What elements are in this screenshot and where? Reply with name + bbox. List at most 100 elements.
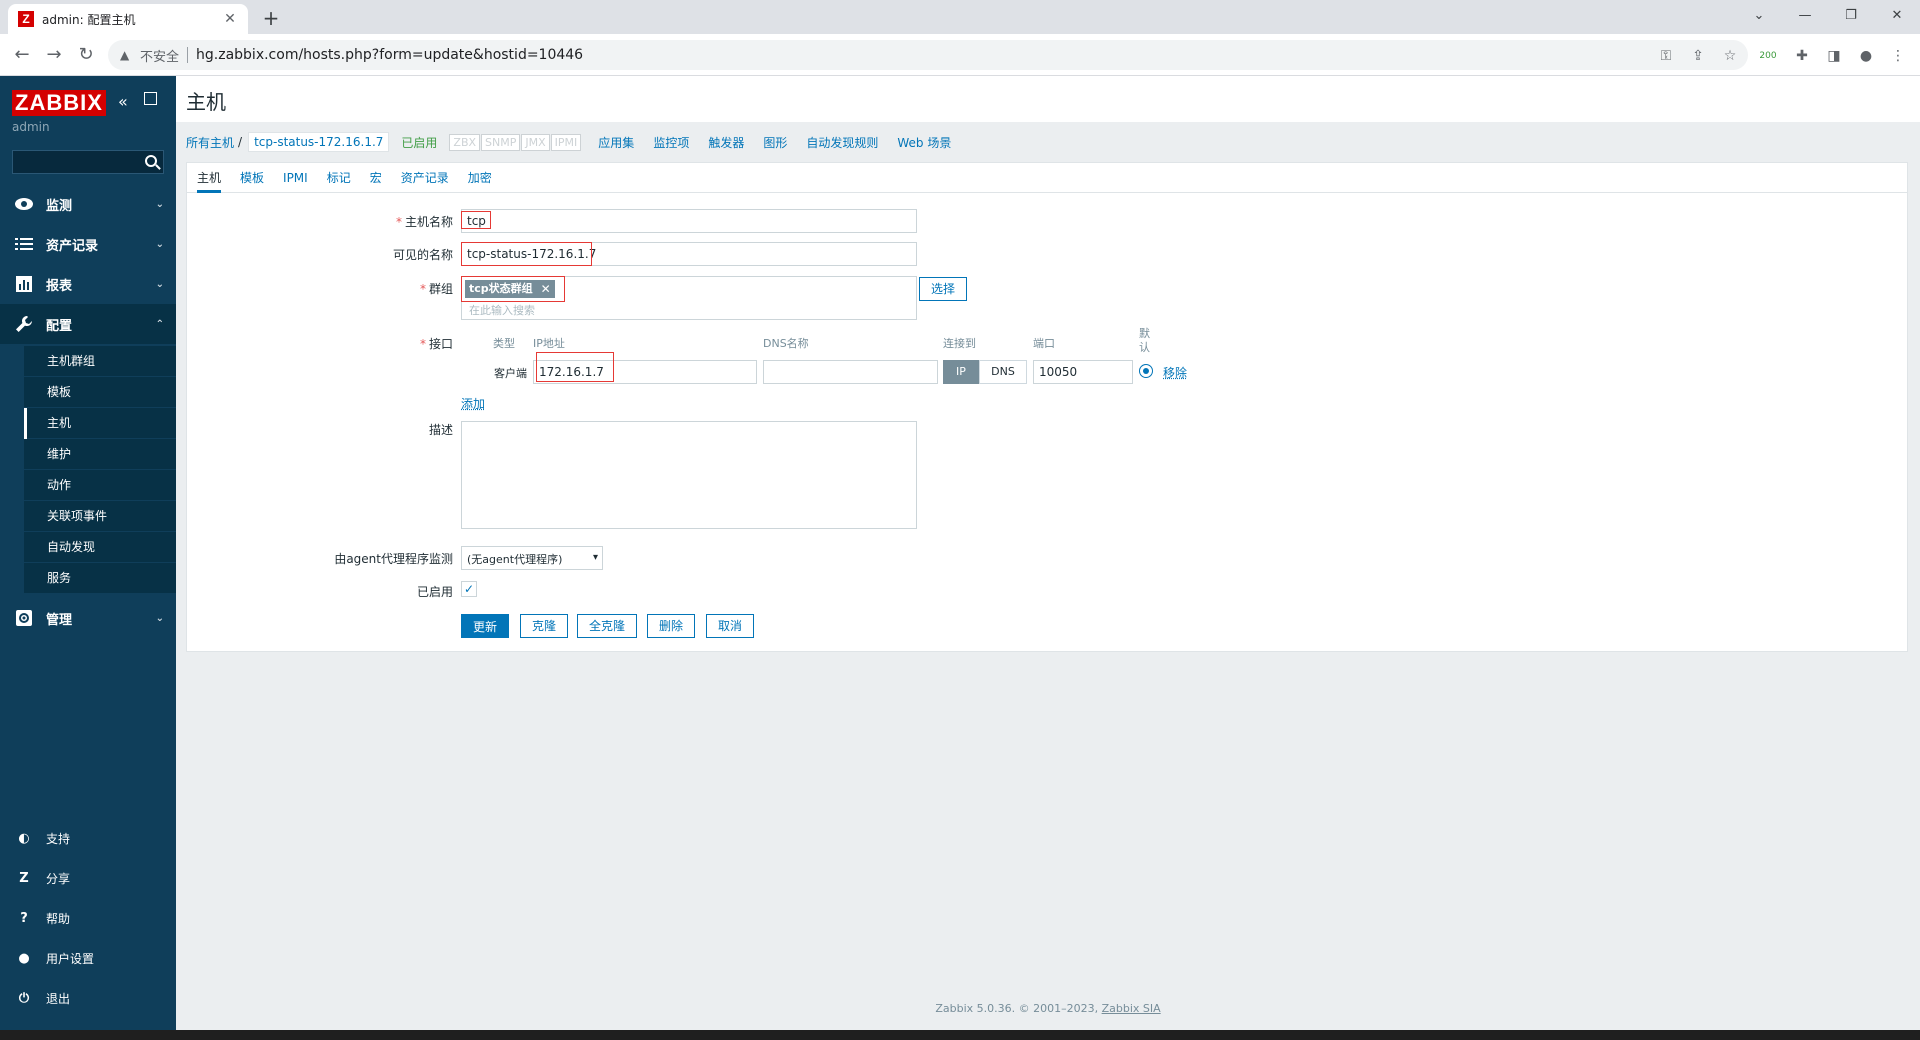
chevron-down-icon: ⌄ bbox=[155, 198, 164, 210]
url-separator bbox=[187, 47, 189, 63]
browser-menu-icon[interactable]: ⋮ bbox=[1888, 46, 1908, 66]
sidebar-user-settings[interactable]: ● 用户设置 bbox=[0, 938, 176, 978]
nav-web-scenarios[interactable]: Web 场景 bbox=[897, 134, 951, 151]
sidebar-sign-out[interactable]: ⏻ 退出 bbox=[0, 978, 176, 1018]
sidebar-support[interactable]: ◐ 支持 bbox=[0, 818, 176, 858]
share-icon[interactable]: ⇪ bbox=[1688, 46, 1708, 66]
collapse-sidebar-icon[interactable]: « bbox=[118, 92, 128, 111]
submenu-host-groups[interactable]: 主机群组 bbox=[0, 346, 176, 377]
submenu-hosts[interactable]: 主机 bbox=[0, 408, 176, 439]
nav-triggers[interactable]: 触发器 bbox=[708, 134, 744, 151]
sidebar-share[interactable]: Z 分享 bbox=[0, 858, 176, 898]
breadcrumb-current-host[interactable]: tcp-status-172.16.1.7 bbox=[248, 132, 390, 152]
taskbar-strip bbox=[0, 1030, 1920, 1040]
badge-ipmi: IPMI bbox=[550, 133, 582, 151]
tab-close-icon[interactable]: ✕ bbox=[222, 11, 238, 27]
menu-reports[interactable]: 报表 ⌄ bbox=[0, 264, 176, 304]
sidebar: ZABBIX « admin 监测 ⌄ 资产记录 ⌄ 报表 ⌄ 配置 ⌃ 主机群… bbox=[0, 76, 176, 1030]
submenu-maintenance[interactable]: 维护 bbox=[0, 439, 176, 470]
full-clone-button[interactable]: 全克隆 bbox=[577, 614, 637, 638]
submenu-actions[interactable]: 动作 bbox=[0, 470, 176, 501]
restore-icon[interactable]: ❐ bbox=[1828, 4, 1874, 28]
side-panel-icon[interactable]: ◨ bbox=[1824, 46, 1844, 66]
host-name-label: * 主机名称 bbox=[395, 215, 453, 229]
kiosk-mode-icon[interactable] bbox=[144, 92, 157, 105]
user-icon: ● bbox=[18, 950, 30, 966]
default-interface-radio[interactable] bbox=[1139, 364, 1153, 378]
proxy-label: 由agent代理程序监测 bbox=[334, 552, 453, 566]
tab-search-icon[interactable]: ⌄ bbox=[1736, 4, 1782, 28]
submenu-event-correlation[interactable]: 关联项事件 bbox=[0, 501, 176, 532]
nav-graphs[interactable]: 图形 bbox=[763, 134, 787, 151]
tab-templates[interactable]: 模板 bbox=[240, 163, 264, 193]
submenu-services[interactable]: 服务 bbox=[0, 563, 176, 594]
proxy-select[interactable]: (无agent代理程序) ▾ bbox=[461, 546, 603, 570]
interface-port-input[interactable]: 10050 bbox=[1033, 360, 1133, 384]
key-icon[interactable]: ⚿ bbox=[1656, 46, 1676, 66]
col-port: 端口 bbox=[1033, 337, 1055, 350]
window-close-icon[interactable]: ✕ bbox=[1874, 4, 1920, 28]
sidebar-help[interactable]: ? 帮助 bbox=[0, 898, 176, 938]
page-title: 主机 bbox=[186, 90, 226, 114]
enabled-checkbox[interactable]: ✓ bbox=[461, 581, 477, 597]
new-tab-icon[interactable]: + bbox=[258, 6, 284, 30]
availability-badges: ZBX SNMP JMX IPMI bbox=[449, 133, 582, 151]
profile-avatar-icon[interactable]: ● bbox=[1856, 46, 1876, 66]
host-name-input[interactable]: tcp bbox=[461, 209, 917, 233]
tab-macros[interactable]: 宏 bbox=[370, 163, 382, 193]
warning-icon: ▲ bbox=[120, 48, 130, 62]
zabbix-logo[interactable]: ZABBIX bbox=[12, 90, 106, 116]
reload-icon[interactable]: ↻ bbox=[74, 43, 98, 67]
sidebar-search-input[interactable] bbox=[12, 150, 164, 174]
tab-ipmi[interactable]: IPMI bbox=[283, 163, 308, 193]
submenu-templates[interactable]: 模板 bbox=[0, 377, 176, 408]
browser-tab[interactable]: Z admin: 配置主机 ✕ bbox=[8, 4, 248, 34]
bookmark-star-icon[interactable]: ☆ bbox=[1720, 46, 1740, 66]
minimize-icon[interactable]: — bbox=[1782, 4, 1828, 28]
cancel-button[interactable]: 取消 bbox=[706, 614, 754, 638]
highlight-box bbox=[461, 242, 592, 266]
nav-discovery-rules[interactable]: 自动发现规则 bbox=[806, 134, 878, 151]
highlight-box bbox=[461, 276, 565, 302]
col-connect: 连接到 bbox=[943, 337, 976, 350]
tab-encryption[interactable]: 加密 bbox=[468, 163, 492, 193]
forward-icon[interactable]: → bbox=[42, 43, 66, 67]
clone-button[interactable]: 克隆 bbox=[520, 614, 568, 638]
menu-administration[interactable]: 管理 ⌄ bbox=[0, 598, 176, 638]
tab-host[interactable]: 主机 bbox=[197, 163, 222, 193]
connect-ip-button[interactable]: IP bbox=[943, 360, 979, 384]
nav-items[interactable]: 监控项 bbox=[653, 134, 689, 151]
menu-monitoring[interactable]: 监测 ⌄ bbox=[0, 184, 176, 224]
url-text: hg.zabbix.com/hosts.php?form=update&host… bbox=[196, 47, 584, 63]
address-bar[interactable]: ▲ 不安全 hg.zabbix.com/hosts.php?form=updat… bbox=[108, 40, 1748, 70]
menu-inventory[interactable]: 资产记录 ⌄ bbox=[0, 224, 176, 264]
remove-interface-link[interactable]: 移除 bbox=[1163, 364, 1187, 381]
extensions-puzzle-icon[interactable]: ✚ bbox=[1792, 46, 1812, 66]
interface-dns-input[interactable] bbox=[763, 360, 938, 384]
submenu-discovery[interactable]: 自动发现 bbox=[0, 532, 176, 563]
update-button[interactable]: 更新 bbox=[461, 614, 509, 638]
zabbix-favicon-icon: Z bbox=[18, 11, 34, 27]
host-status-enabled[interactable]: 已启用 bbox=[401, 134, 437, 151]
add-interface-link[interactable]: 添加 bbox=[461, 395, 485, 412]
groups-label: * 群组 bbox=[419, 282, 453, 296]
breadcrumb-all-hosts[interactable]: 所有主机 bbox=[186, 134, 234, 151]
tab-tags[interactable]: 标记 bbox=[327, 163, 351, 193]
select-groups-button[interactable]: 选择 bbox=[919, 277, 967, 301]
nav-applications[interactable]: 应用集 bbox=[598, 134, 634, 151]
col-ip: IP地址 bbox=[533, 337, 565, 350]
description-textarea[interactable] bbox=[461, 421, 917, 529]
footer-link[interactable]: Zabbix SIA bbox=[1102, 1002, 1161, 1015]
extension-badge[interactable]: 200 bbox=[1758, 46, 1778, 66]
sidebar-share-label: 分享 bbox=[46, 871, 71, 886]
chevron-down-icon: ▾ bbox=[592, 552, 598, 563]
badge-snmp: SNMP bbox=[481, 133, 521, 151]
menu-configuration[interactable]: 配置 ⌃ bbox=[0, 304, 176, 344]
back-icon[interactable]: ← bbox=[10, 43, 34, 67]
delete-button[interactable]: 删除 bbox=[647, 614, 695, 638]
sidebar-user-settings-label: 用户设置 bbox=[46, 951, 95, 966]
connect-dns-button[interactable]: DNS bbox=[979, 360, 1027, 384]
breadcrumb: 所有主机 / tcp-status-172.16.1.7 已启用 ZBX SNM… bbox=[186, 130, 970, 154]
tab-inventory[interactable]: 资产记录 bbox=[401, 163, 449, 193]
search-icon[interactable] bbox=[145, 155, 157, 167]
